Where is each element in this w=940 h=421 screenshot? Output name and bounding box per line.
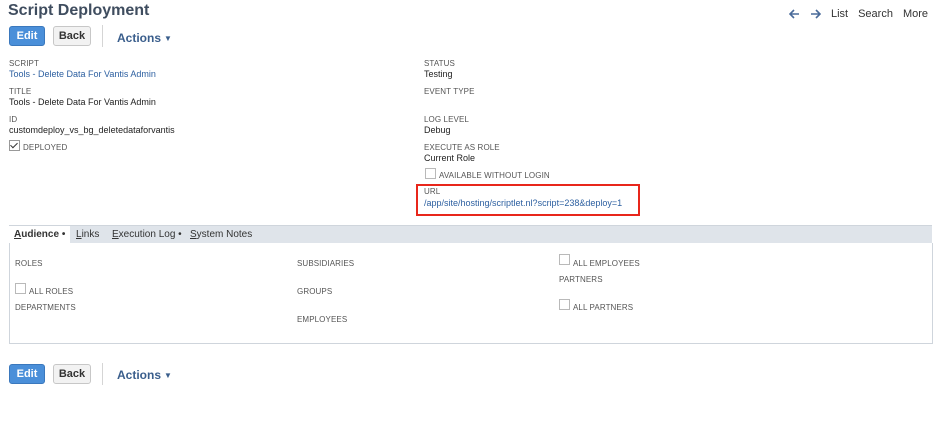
departments-label: DEPARTMENTS — [15, 303, 76, 312]
partners-label: PARTNERS — [559, 275, 603, 284]
deployed-label: DEPLOYED — [23, 143, 68, 152]
toolbar-divider — [102, 25, 103, 47]
deployed-checkbox[interactable] — [9, 140, 20, 151]
all-roles-checkbox[interactable] — [15, 283, 26, 294]
actions-label: Actions — [117, 368, 162, 382]
subtab-bar: Audience • Links Execution Log • System … — [9, 225, 932, 244]
actions-menu-bottom[interactable]: Actions ▼ — [117, 368, 172, 382]
execute-as-role-label: EXECUTE AS ROLE — [424, 143, 500, 152]
script-label: SCRIPT — [9, 59, 39, 68]
edit-button-top[interactable]: Edit — [9, 26, 45, 46]
event-type-label: EVENT TYPE — [424, 87, 475, 96]
status-value: Testing — [424, 69, 453, 79]
log-level-value: Debug — [424, 125, 451, 135]
id-value: customdeploy_vs_bg_deletedataforvantis — [9, 125, 175, 135]
title-value: Tools - Delete Data For Vantis Admin — [9, 97, 156, 107]
all-partners-checkbox[interactable] — [559, 299, 570, 310]
toolbar-divider-bottom — [102, 363, 103, 385]
more-link[interactable]: More — [903, 8, 928, 20]
url-link[interactable]: /app/site/hosting/scriptlet.nl?script=23… — [424, 198, 622, 208]
employees-label: EMPLOYEES — [297, 315, 348, 324]
groups-label: GROUPS — [297, 287, 333, 296]
tab-execution-log[interactable]: Execution Log • — [112, 226, 182, 244]
edit-button-bottom[interactable]: Edit — [9, 364, 45, 384]
available-without-login-checkbox[interactable] — [425, 168, 436, 179]
tab-links[interactable]: Links — [76, 226, 99, 244]
caret-down-icon: ▼ — [164, 371, 172, 380]
tab-audience[interactable]: Audience • — [9, 226, 71, 244]
log-level-label: LOG LEVEL — [424, 115, 469, 124]
back-button-bottom[interactable]: Back — [53, 364, 91, 384]
execute-as-role-value: Current Role — [424, 153, 476, 163]
search-link[interactable]: Search — [858, 8, 893, 20]
all-employees-label: ALL EMPLOYEES — [573, 259, 640, 268]
page-title: Script Deployment — [8, 2, 150, 19]
roles-label: ROLES — [15, 259, 43, 268]
list-link[interactable]: List — [831, 8, 848, 20]
tab-system-notes[interactable]: System Notes — [190, 226, 252, 244]
subsidiaries-label: SUBSIDIARIES — [297, 259, 355, 268]
id-label: ID — [9, 115, 18, 124]
script-link[interactable]: Tools - Delete Data For Vantis Admin — [9, 69, 156, 79]
top-navigation: List Search More — [788, 8, 928, 20]
actions-label: Actions — [117, 31, 162, 45]
status-label: STATUS — [424, 59, 455, 68]
arrow-left-icon[interactable] — [788, 9, 800, 19]
audience-panel — [9, 243, 933, 344]
available-without-login-label: AVAILABLE WITHOUT LOGIN — [439, 171, 550, 180]
arrow-right-icon[interactable] — [810, 9, 821, 19]
back-button-top[interactable]: Back — [53, 26, 91, 46]
caret-down-icon: ▼ — [164, 34, 172, 43]
title-label: TITLE — [9, 87, 32, 96]
url-label: URL — [424, 187, 441, 196]
actions-menu-top[interactable]: Actions ▼ — [117, 31, 172, 45]
all-roles-label: ALL ROLES — [29, 287, 74, 296]
all-partners-label: ALL PARTNERS — [573, 303, 634, 312]
all-employees-checkbox[interactable] — [559, 254, 570, 265]
